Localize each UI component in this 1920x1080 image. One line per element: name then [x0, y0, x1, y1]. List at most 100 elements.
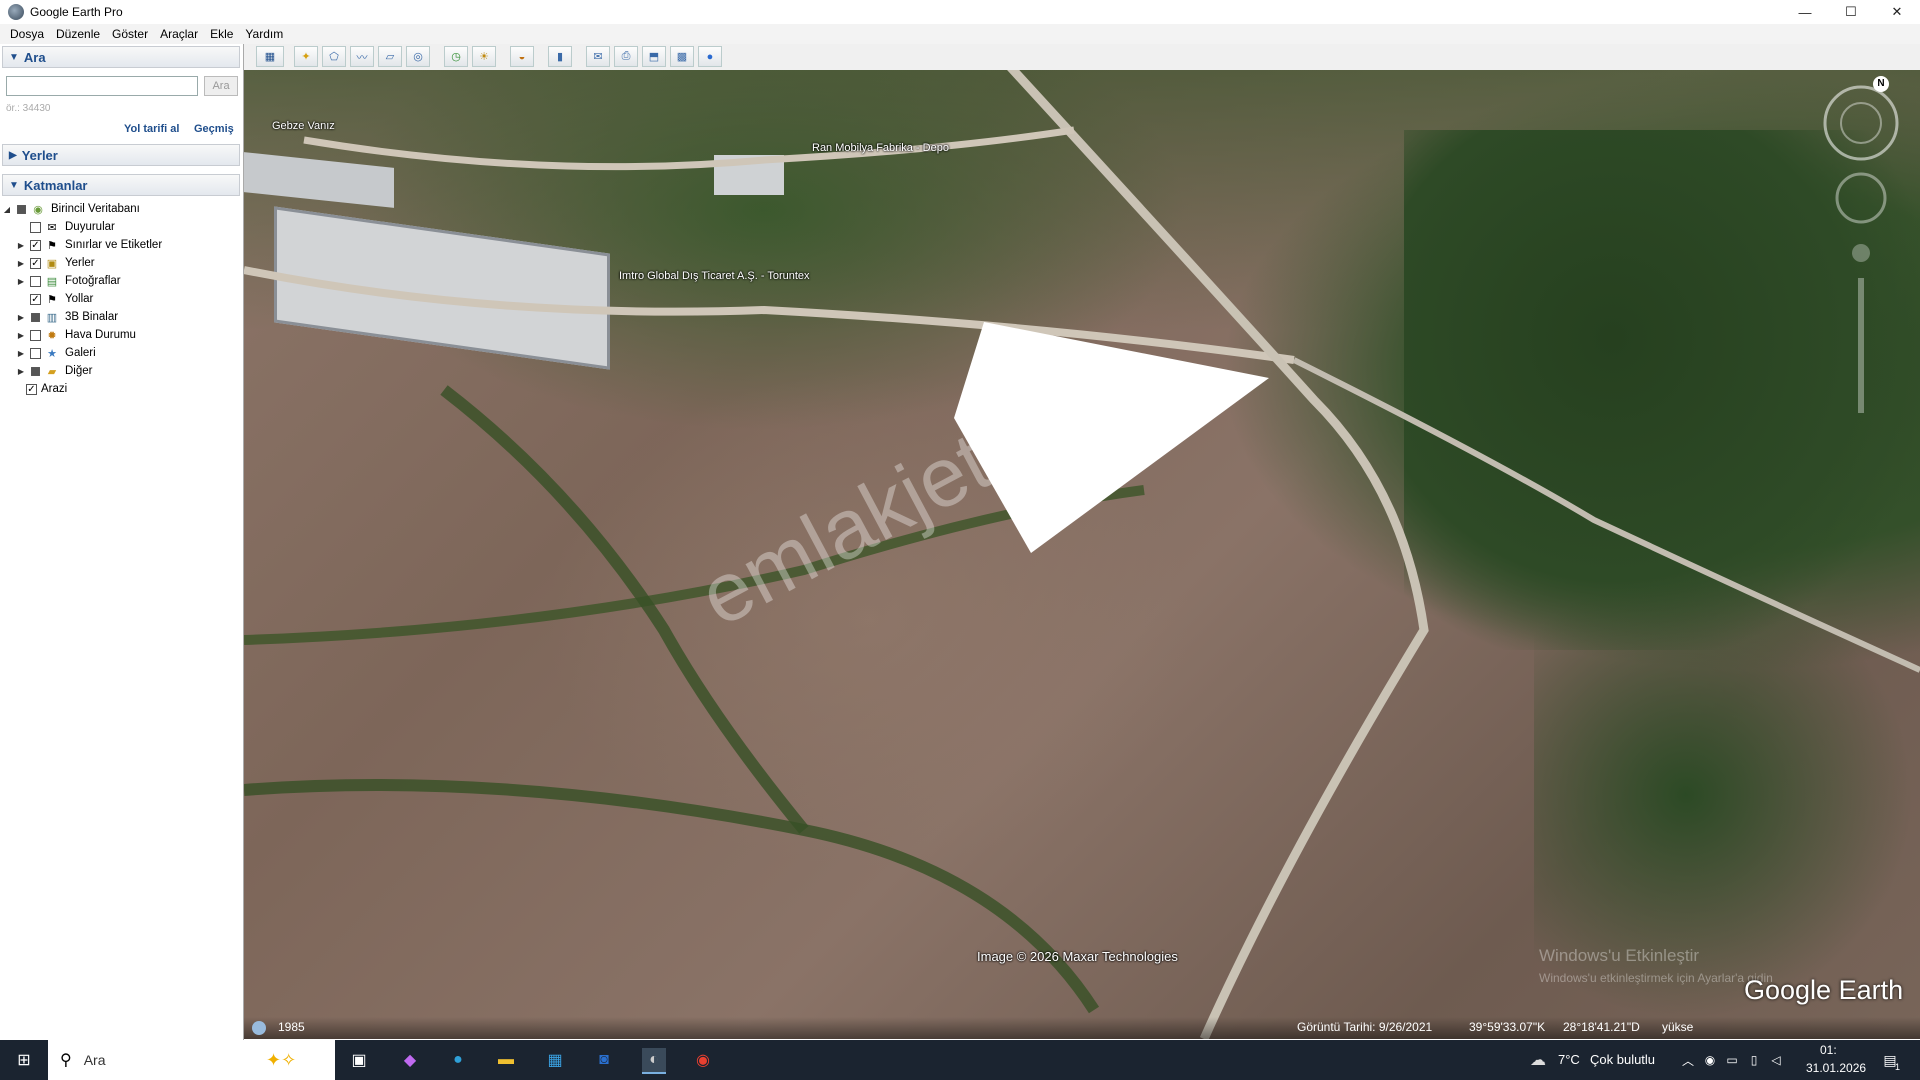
planets-icon[interactable]: ◒ [510, 46, 534, 67]
search-hint: ör.: 34430 [6, 103, 51, 114]
ruler-icon[interactable]: ▮ [548, 46, 572, 67]
layer-checkbox[interactable] [30, 347, 41, 359]
historical-clock-icon[interactable] [252, 1021, 266, 1035]
outlook-icon[interactable]: ◙ [592, 1048, 616, 1072]
places-icon: ▣ [46, 257, 58, 270]
elevation: yükse [1662, 1020, 1694, 1034]
place-label[interactable]: Ran Mobilya Fabrika - Depo [812, 142, 949, 154]
expand-arrow-icon[interactable]: ▶ [16, 241, 26, 250]
maximize-button[interactable]: ☐ [1828, 0, 1874, 24]
layer-checkbox[interactable]: ✓ [30, 239, 41, 251]
collapse-arrow-icon[interactable]: ◢ [2, 205, 12, 214]
navigation-controls[interactable] [1816, 78, 1906, 418]
print-icon[interactable]: ⎙ [614, 46, 638, 67]
star-icon: ★ [47, 347, 57, 360]
file-explorer-icon[interactable]: ▬ [494, 1048, 518, 1072]
layer-label: Yerler [65, 257, 95, 269]
weather-desc[interactable]: Çok bulutlu [1590, 1052, 1655, 1067]
menu-help[interactable]: Yardım [245, 27, 283, 41]
tour-year: 1985 [278, 1020, 305, 1034]
search-panel-header[interactable]: ▼ Ara [2, 46, 240, 68]
minimize-button[interactable]: — [1782, 0, 1828, 24]
layer-checkbox[interactable] [31, 312, 40, 322]
layer-row-photos[interactable]: ▶ ▤ Fotoğraflar [16, 272, 121, 290]
meet-now-icon[interactable]: ▭ [1720, 1048, 1744, 1072]
places-panel-header[interactable]: ▶ Yerler [2, 144, 240, 166]
google-maps-icon[interactable]: ● [698, 46, 722, 67]
clock-time[interactable]: 01: [1820, 1043, 1837, 1057]
expand-arrow-icon[interactable]: ▶ [16, 277, 26, 286]
weather-temp[interactable]: 7°C [1558, 1052, 1580, 1067]
record-icon[interactable]: ◉ [1698, 1048, 1722, 1072]
record-tour-icon[interactable]: ◎ [406, 46, 430, 67]
menu-view[interactable]: Göster [112, 27, 148, 41]
place-label[interactable]: Gebze Vanız [272, 120, 335, 132]
edge-browser-icon[interactable]: ● [446, 1048, 470, 1072]
menu-file[interactable]: Dosya [10, 27, 44, 41]
save-image-icon[interactable]: ⬒ [642, 46, 666, 67]
layer-row-roads[interactable]: ✓ ⚑ Yollar [16, 290, 93, 308]
volume-icon[interactable]: ◁ [1764, 1048, 1788, 1072]
layer-row-announcements[interactable]: ✉ Duyurular [16, 218, 115, 236]
historical-imagery-icon[interactable]: ◷ [444, 46, 468, 67]
map-view[interactable]: emlakjet.com Gebze Vanız Ran Mobilya Fab… [244, 70, 1920, 1039]
microsoft-store-icon[interactable]: ▦ [543, 1048, 567, 1072]
google-earth-taskbar-icon[interactable]: ◐ [642, 1048, 666, 1074]
email-icon[interactable]: ✉ [586, 46, 610, 67]
layer-row-other[interactable]: ▶ ▰ Diğer [16, 362, 93, 380]
layer-row-gallery[interactable]: ▶ ★ Galeri [16, 344, 96, 362]
layer-row-places[interactable]: ▶ ✓ ▣ Yerler [16, 254, 95, 272]
layer-checkbox[interactable] [30, 275, 41, 287]
imagery-credit: Image © 2026 Maxar Technologies [977, 949, 1178, 964]
layers-panel-header[interactable]: ▼ Katmanlar [2, 174, 240, 196]
place-label[interactable]: Imtro Global Dış Ticaret A.Ş. - Toruntex [619, 270, 810, 282]
layer-row-borders[interactable]: ▶ ✓ ⚑ Sınırlar ve Etiketler [16, 236, 162, 254]
menu-add[interactable]: Ekle [210, 27, 233, 41]
network-icon[interactable]: ▯ [1742, 1048, 1766, 1072]
clock-date[interactable]: 31.01.2026 [1806, 1061, 1866, 1075]
weather-cloud-icon[interactable]: ☁ [1526, 1048, 1550, 1072]
copilot-sparkle-icon: ✦✧ [266, 1049, 297, 1070]
layer-row-3d-buildings[interactable]: ▶ ▥ 3B Binalar [16, 308, 118, 326]
layer-checkbox[interactable] [30, 329, 41, 341]
search-button[interactable]: Ara [204, 76, 238, 96]
layer-label: Sınırlar ve Etiketler [65, 239, 163, 251]
layer-checkbox[interactable] [31, 366, 40, 376]
window-title: Google Earth Pro [30, 5, 123, 19]
map-view-icon[interactable]: ▩ [670, 46, 694, 67]
windows-start-icon[interactable]: ⊞ [12, 1048, 36, 1072]
expand-arrow-icon[interactable]: ▶ [16, 367, 26, 376]
layer-checkbox[interactable]: ✓ [30, 293, 41, 305]
placemark-icon[interactable]: ✦ [294, 46, 318, 67]
search-input[interactable] [6, 76, 198, 96]
expand-arrow-icon[interactable]: ▶ [16, 349, 26, 358]
longitude: 28°18'41.21"D [1563, 1020, 1640, 1034]
sunlight-icon[interactable]: ☀ [472, 46, 496, 67]
taskbar-search-box[interactable]: ⚲ Ara ✦✧ [48, 1040, 335, 1080]
expand-arrow-icon[interactable]: ▶ [16, 313, 26, 322]
directions-link[interactable]: Yol tarifi al [124, 123, 179, 135]
expand-arrow-icon[interactable]: ▶ [16, 331, 26, 340]
layer-checkbox[interactable]: ✓ [26, 383, 37, 395]
chrome-icon[interactable]: ◉ [691, 1048, 715, 1072]
path-icon[interactable]: 〰 [350, 46, 374, 67]
layer-row-primary-db[interactable]: ◢ ◉ Birincil Veritabanı [2, 200, 140, 218]
layer-checkbox[interactable]: ✓ [30, 257, 41, 269]
copilot-icon[interactable]: ◆ [398, 1048, 422, 1072]
layer-row-weather[interactable]: ▶ ✹ Hava Durumu [16, 326, 136, 344]
sidebar-toggle-icon[interactable]: ▦ [256, 46, 284, 67]
layer-checkbox[interactable] [30, 221, 41, 233]
expand-arrow-icon[interactable]: ▶ [16, 259, 26, 268]
polygon-icon[interactable]: ⬠ [322, 46, 346, 67]
task-view-icon[interactable]: ▣ [347, 1048, 371, 1072]
menu-edit[interactable]: Düzenle [56, 27, 100, 41]
compass-north-icon[interactable]: N [1873, 76, 1889, 92]
menu-tools[interactable]: Araçlar [160, 27, 198, 41]
window-controls: — ☐ ✕ [1782, 0, 1920, 24]
chevron-up-icon[interactable]: ︿ [1676, 1048, 1700, 1072]
image-overlay-icon[interactable]: ▱ [378, 46, 402, 67]
layer-checkbox[interactable] [17, 204, 26, 214]
layer-row-terrain[interactable]: ✓ Arazi [16, 380, 67, 398]
history-link[interactable]: Geçmiş [194, 123, 234, 135]
close-button[interactable]: ✕ [1874, 0, 1920, 24]
